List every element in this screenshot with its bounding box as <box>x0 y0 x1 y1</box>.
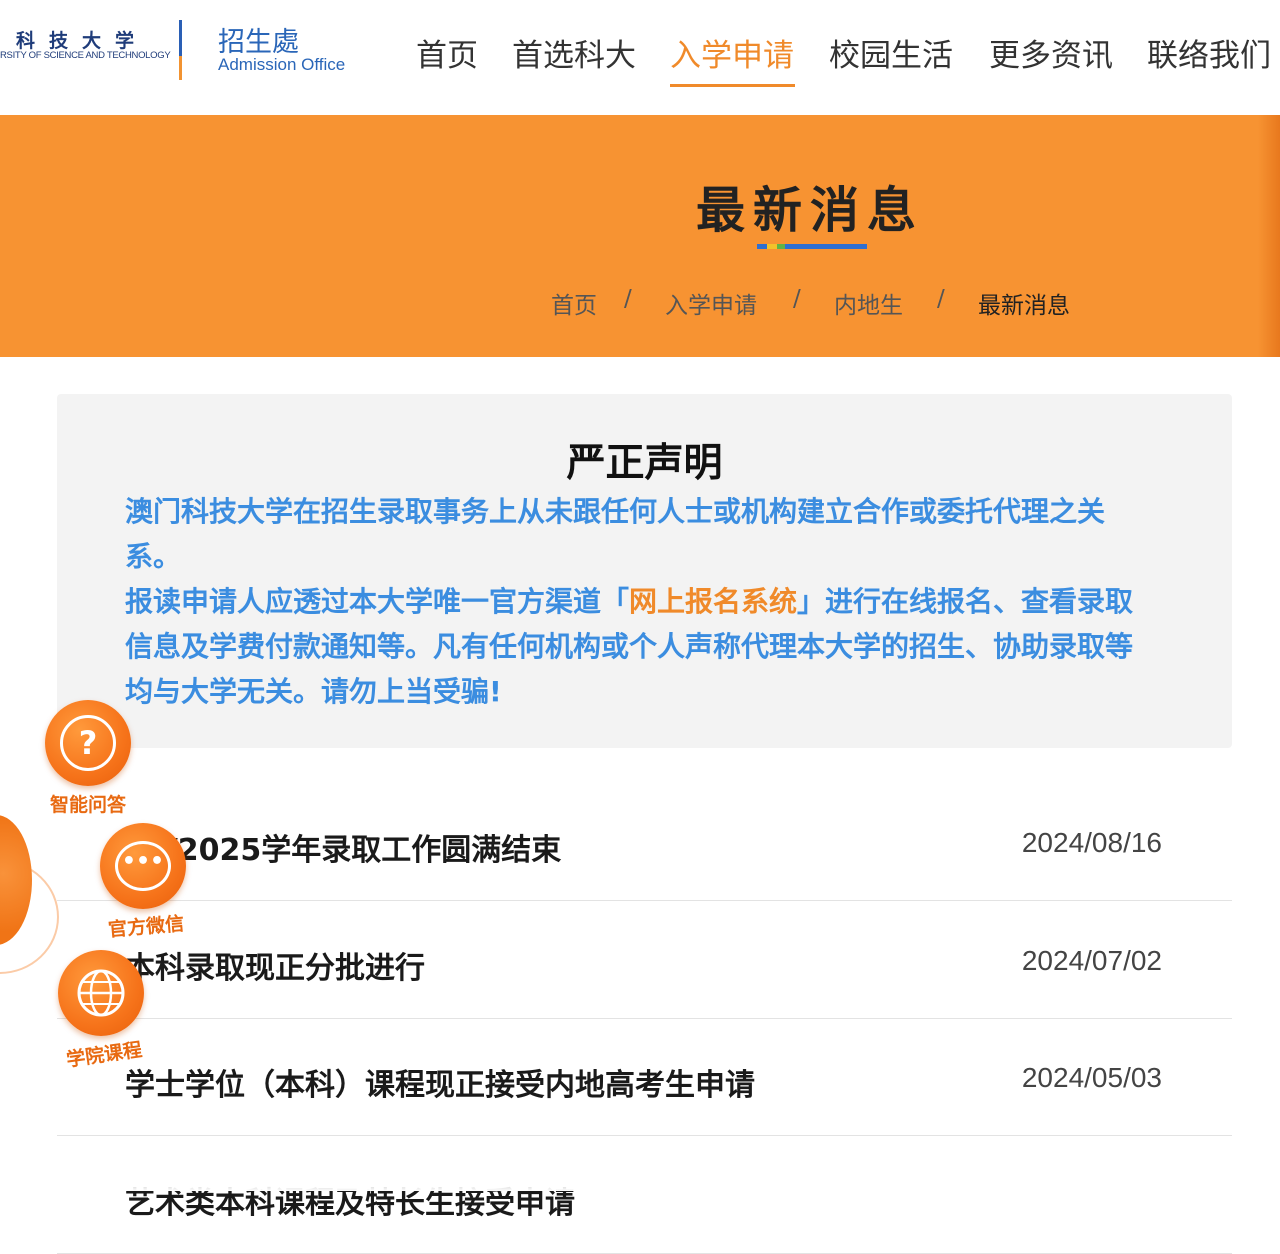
globe-icon <box>77 969 125 1017</box>
banner-edge-shadow <box>1258 115 1280 357</box>
smart-qa-button[interactable]: ? <box>45 700 131 786</box>
bottom-fade <box>0 1165 1280 1191</box>
news-date: 2024/07/02 <box>1021 945 1162 976</box>
breadcrumb-mainland[interactable]: 内地生 <box>834 286 903 320</box>
admission-office-title[interactable]: 招生處 <box>218 20 299 59</box>
notice-body: 澳门科技大学在招生录取事务上从未跟任何人士或机构建立合作或委托代理之关系。 报读… <box>125 489 1155 714</box>
breadcrumb-home[interactable]: 首页 <box>551 286 597 320</box>
statement-notice: 严正声明 澳门科技大学在招生录取事务上从未跟任何人士或机构建立合作或委托代理之关… <box>57 394 1232 748</box>
bar-segment <box>767 244 777 249</box>
site-header: 科技大学 RSITY OF SCIENCE AND TECHNOLOGY 招生處… <box>0 0 1280 115</box>
nav-home[interactable]: 首页 <box>416 30 478 75</box>
notice-paragraph-1: 澳门科技大学在招生录取事务上从未跟任何人士或机构建立合作或委托代理之关系。 <box>125 495 1106 573</box>
online-application-link[interactable]: 网上报名系统 <box>629 585 797 618</box>
news-item[interactable]: 学士学位（本科）课程现正接受内地高考生申请 2024/05/03 <box>57 1018 1232 1136</box>
bar-segment <box>777 244 785 249</box>
news-title[interactable]: 学士学位（本科）课程现正接受内地高考生申请 <box>125 1060 755 1104</box>
notice-paragraph-2: 报读申请人应透过本大学唯一官方渠道「网上报名系统」进行在线报名、查看录取信息及学… <box>125 579 1155 714</box>
page-banner: 最新消息 首页 / 入学申请 / 内地生 / 最新消息 <box>0 115 1280 357</box>
nav-admission[interactable]: 入学申请 <box>670 30 794 75</box>
news-item[interactable]: 24/2025学年录取工作圆满结束 2024/08/16 <box>57 783 1232 901</box>
nav-why-must[interactable]: 首选科大 <box>512 30 636 75</box>
news-title[interactable]: 24/2025学年录取工作圆满结束 <box>125 825 561 869</box>
news-date: 2024/08/16 <box>1021 827 1162 858</box>
nav-contact[interactable]: 联络我们 <box>1147 30 1271 75</box>
breadcrumb-separator: / <box>937 286 945 312</box>
university-logo-en[interactable]: RSITY OF SCIENCE AND TECHNOLOGY <box>0 50 171 61</box>
title-decoration-bar <box>757 244 867 249</box>
wechat-button[interactable]: ••• <box>100 823 186 909</box>
university-logo-cn[interactable]: 科技大学 <box>16 26 148 53</box>
breadcrumb-separator: / <box>624 286 632 312</box>
page-title: 最新消息 <box>696 182 925 239</box>
notice-text: 报读申请人应透过本大学唯一官方渠道「 <box>125 585 630 618</box>
bar-segment <box>757 244 767 249</box>
nav-campus-life[interactable]: 校园生活 <box>829 30 953 75</box>
breadcrumb-separator: / <box>793 286 801 312</box>
bar-segment <box>785 244 867 249</box>
admission-office-subtitle: Admission Office <box>218 55 346 74</box>
news-title[interactable]: 本科录取现正分批进行 <box>125 943 425 987</box>
breadcrumb-current: 最新消息 <box>978 293 1070 319</box>
nav-more-info[interactable]: 更多资讯 <box>989 30 1113 75</box>
notice-title: 严正声明 <box>566 441 723 486</box>
courses-button[interactable] <box>58 950 144 1036</box>
question-icon: ? <box>60 715 116 771</box>
news-item[interactable]: 本科录取现正分批进行 2024/07/02 <box>57 901 1232 1019</box>
chat-icon: ••• <box>115 841 171 891</box>
news-item[interactable]: 艺术类本科课程及特长生接受申请 <box>57 1136 1232 1254</box>
smart-qa-label[interactable]: 智能问答 <box>50 790 126 817</box>
news-date: 2024/05/03 <box>1021 1062 1162 1093</box>
breadcrumb-admission[interactable]: 入学申请 <box>665 286 757 320</box>
nav-active-indicator <box>670 84 795 87</box>
logo-divider <box>179 20 182 80</box>
